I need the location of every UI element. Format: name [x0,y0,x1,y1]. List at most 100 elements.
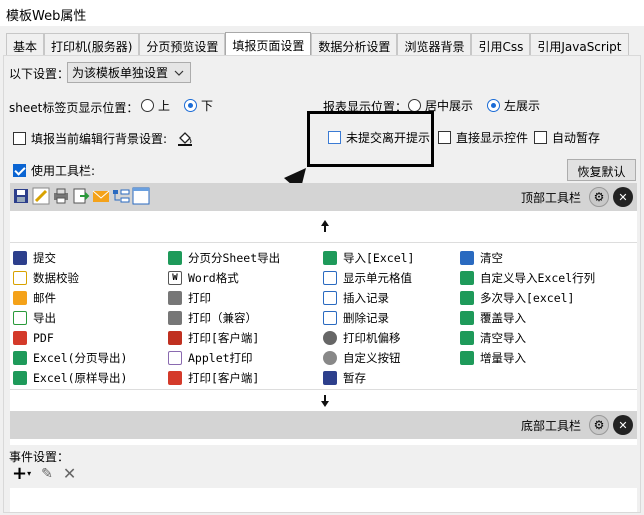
toolbar-items-grid: 提交 分页分Sheet导出 导入[Excel] 清空 数据校验 W Word格式 … [10,248,639,388]
tab-javascript[interactable]: 引用JavaScript [530,33,629,55]
list-item[interactable]: 打印[客户端] [165,328,320,348]
list-item[interactable]: 自定义按钮 [320,348,457,368]
arrow-up-icon[interactable] [320,219,330,233]
bottom-toolbar-label: 底部工具栏 [520,418,581,433]
events-list[interactable] [10,488,637,512]
bottom-toolbar-controls: 底部工具栏 ⚙ ✕ [521,411,637,439]
close-icon[interactable]: ✕ [613,415,633,435]
sheet-top-radio[interactable] [141,99,154,112]
report-left-radio[interactable] [487,99,501,112]
list-item[interactable]: 自定义导入Excel行列 [457,268,639,288]
tab-fill-page[interactable]: 填报页面设置 [225,32,312,55]
scope-label: 以下设置： [9,67,70,81]
use-toolbar-checkbox[interactable] [13,164,26,177]
delete-record-icon [323,311,337,325]
arrow-down-icon[interactable] [320,394,330,408]
list-item[interactable]: 邮件 [10,288,165,308]
list-item[interactable]: Excel(原样导出) [10,368,165,388]
excel-icon [13,351,27,365]
toolbar-items-area: 提交 分页分Sheet导出 导入[Excel] 清空 数据校验 W Word格式 … [10,211,637,411]
excel-icon [460,311,474,325]
tab-data-analysis[interactable]: 数据分析设置 [311,33,398,55]
tab-browser-bg[interactable]: 浏览器背景 [397,33,472,55]
list-item[interactable]: 插入记录 [320,288,457,308]
report-left-label: 左展示 [504,99,541,113]
add-icon[interactable]: +▾ [12,464,31,483]
tab-basic[interactable]: 基本 [6,33,45,55]
list-item[interactable]: 增量导入 [457,348,639,368]
bottom-toolbar-area [10,439,637,445]
restore-default-button[interactable]: 恢复默认 [567,159,636,181]
sheet-pos-label: sheet标签页显示位置： [9,101,139,115]
sheet-bottom-radio[interactable] [184,99,198,112]
list-item[interactable]: 显示单元格值 [320,268,457,288]
list-item[interactable]: Applet打印 [165,348,320,368]
list-item[interactable]: PDF [10,328,165,348]
tab-page-preview[interactable]: 分页预览设置 [139,33,226,55]
autosave-label: 自动暂存 [552,131,601,145]
top-toolbar-controls: 顶部工具栏 ⚙ ✕ [521,183,637,211]
list-item[interactable]: 暂存 [320,368,457,388]
unsubmitted-checkbox[interactable] [328,131,341,144]
fill-bg-label: 填报当前编辑行背景设置: [31,131,168,146]
direct-show-checkbox[interactable] [438,131,451,144]
gear-icon[interactable]: ⚙ [589,415,609,435]
delete-icon[interactable]: ✕ [63,464,76,483]
list-item[interactable]: 清空 [457,248,639,268]
scope-select[interactable]: 为该模板单独设置 [67,62,191,83]
use-toolbar-label: 使用工具栏: [31,164,96,178]
save-icon [323,371,337,385]
print-icon[interactable] [52,187,70,205]
settings-panel: 以下设置： 为该模板单独设置 sheet标签页显示位置： 上 下 报表显示位置：… [3,55,641,513]
mail-icon[interactable] [92,187,110,205]
list-item[interactable] [457,368,639,388]
list-item[interactable]: Excel(分页导出) [10,348,165,368]
list-item[interactable]: 多次导入[excel] [457,288,639,308]
fill-bg-checkbox[interactable] [13,131,26,145]
excel-icon [460,291,474,305]
tab-printer-server[interactable]: 打印机(服务器) [44,33,140,55]
pdf-icon [13,331,27,345]
export-icon[interactable] [72,187,90,205]
gear-icon[interactable]: ⚙ [589,187,609,207]
excel-icon [13,371,27,385]
autosave-checkbox[interactable] [534,131,547,144]
tab-css[interactable]: 引用Css [471,33,531,55]
insert-record-icon [323,291,337,305]
export-icon [13,311,27,325]
cell-value-icon[interactable] [132,187,150,205]
pdf-print-icon [168,371,182,385]
list-item[interactable]: 打印 [165,288,320,308]
edit-icon[interactable]: ✎ [41,466,53,482]
list-item[interactable]: 打印（兼容） [165,308,320,328]
list-item[interactable]: 覆盖导入 [457,308,639,328]
events-toolbar: +▾ ✎ ✕ [12,464,76,483]
top-toolbar-bar: 顶部工具栏 ⚙ ✕ [10,183,637,211]
save-icon[interactable] [12,187,30,205]
insert-record-icon[interactable] [112,187,130,205]
list-item[interactable]: 分页分Sheet导出 [165,248,320,268]
tab-strip: 基本 打印机(服务器) 分页预览设置 填报页面设置 数据分析设置 浏览器背景 引… [6,32,629,55]
excel-icon [168,251,182,265]
paint-bucket-icon[interactable] [176,129,194,147]
list-item[interactable]: 提交 [10,248,165,268]
list-item[interactable]: 打印机偏移 [320,328,457,348]
list-item[interactable]: 清空导入 [457,328,639,348]
excel-icon [460,331,474,345]
verify-icon[interactable] [32,187,50,205]
window-title: 模板Web属性 [0,0,644,26]
flash-print-icon [168,331,182,345]
list-item[interactable]: 导入[Excel] [320,248,457,268]
list-item[interactable]: W Word格式 [165,268,320,288]
chevron-down-icon [174,70,184,76]
eraser-icon [460,251,474,265]
list-item[interactable]: 删除记录 [320,308,457,328]
print-icon [168,311,182,325]
save-icon [13,251,27,265]
close-icon[interactable]: ✕ [613,187,633,207]
list-item[interactable]: 导出 [10,308,165,328]
mail-icon [13,291,27,305]
excel-icon [460,351,474,365]
list-item[interactable]: 数据校验 [10,268,165,288]
list-item[interactable]: 打印[客户端] [165,368,320,388]
